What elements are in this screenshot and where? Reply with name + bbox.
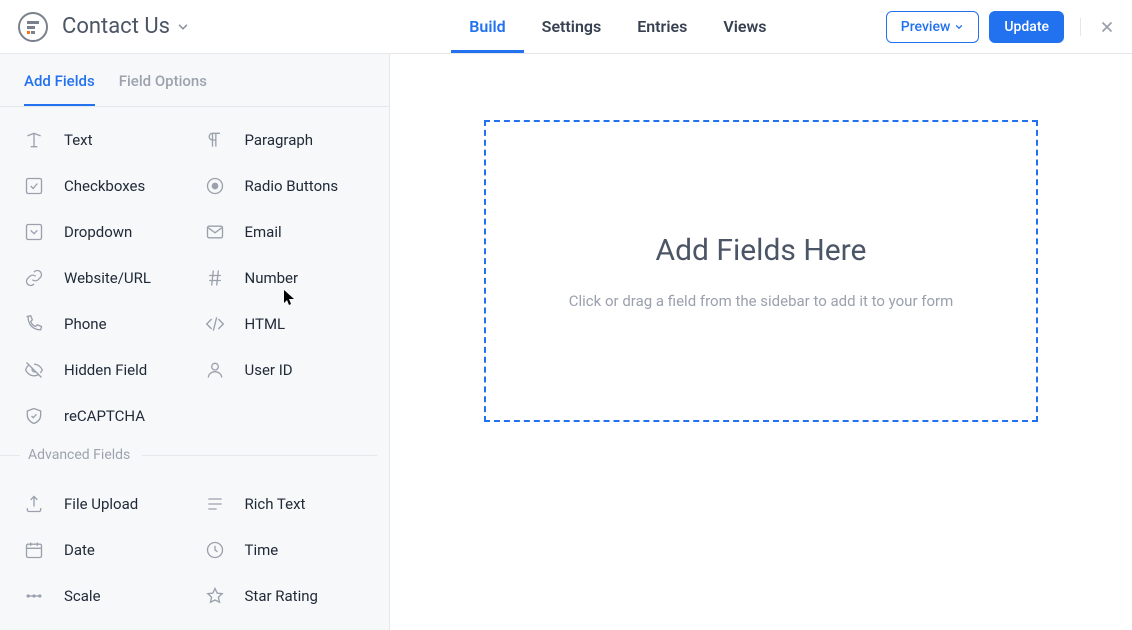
tab-views[interactable]: Views (705, 0, 784, 53)
app-logo (16, 10, 50, 44)
hash-icon (205, 266, 233, 290)
field-label: Phone (64, 315, 107, 333)
field-email[interactable]: Email (201, 209, 382, 255)
field-label: Text (64, 131, 93, 149)
phone-icon (24, 312, 52, 336)
close-icon (1098, 18, 1116, 36)
form-title: Contact Us (62, 14, 170, 39)
eye-off-icon (24, 358, 52, 382)
field-number[interactable]: Number (201, 255, 382, 301)
field-time[interactable]: Time (201, 527, 382, 573)
tab-entries[interactable]: Entries (619, 0, 705, 53)
star-icon (205, 584, 233, 608)
field-recaptcha[interactable]: reCAPTCHA (20, 393, 201, 439)
field-dropdown[interactable]: Dropdown (20, 209, 201, 255)
form-canvas: Add Fields Here Click or drag a field fr… (390, 54, 1132, 630)
advanced-fields-grid: File Upload Rich Text Date Time Scale Star Ra… (0, 471, 389, 619)
topbar-actions: Preview Update (886, 11, 1132, 43)
field-radio[interactable]: Radio Buttons (201, 163, 382, 209)
calendar-icon (24, 538, 52, 562)
link-icon (24, 266, 52, 290)
shield-icon (24, 404, 52, 428)
dropzone-title: Add Fields Here (656, 233, 867, 268)
field-paragraph[interactable]: Paragraph (201, 117, 382, 163)
field-label: Hidden Field (64, 361, 147, 379)
field-label: Scale (64, 587, 101, 605)
text-icon (24, 128, 52, 152)
scale-icon (24, 584, 52, 608)
field-label: HTML (245, 315, 286, 333)
paragraph-icon (205, 128, 233, 152)
clock-icon (205, 538, 233, 562)
field-label: Number (245, 269, 299, 287)
field-text[interactable]: Text (20, 117, 201, 163)
field-label: User ID (245, 361, 293, 379)
field-html[interactable]: HTML (201, 301, 382, 347)
field-label: Star Rating (245, 587, 318, 605)
code-icon (205, 312, 233, 336)
field-label: Date (64, 541, 95, 559)
upload-icon (24, 492, 52, 516)
field-upload[interactable]: File Upload (20, 481, 201, 527)
radio-icon (205, 174, 233, 198)
form-title-dropdown[interactable]: Contact Us (62, 14, 190, 39)
field-label: Website/URL (64, 269, 151, 287)
tab-settings[interactable]: Settings (524, 0, 620, 53)
chevron-down-icon (954, 22, 964, 32)
field-label: File Upload (64, 495, 138, 513)
chevron-down-icon (176, 20, 190, 34)
advanced-fields-header: Advanced Fields (0, 439, 389, 471)
update-button[interactable]: Update (989, 11, 1064, 43)
field-phone[interactable]: Phone (20, 301, 201, 347)
field-scale[interactable]: Scale (20, 573, 201, 619)
field-label: Time (245, 541, 279, 559)
sidebar: Add Fields Field Options Text Paragraph Ch… (0, 54, 390, 630)
field-date[interactable]: Date (20, 527, 201, 573)
field-star[interactable]: Star Rating (201, 573, 382, 619)
dropdown-icon (24, 220, 52, 244)
topbar: Contact Us Build Settings Entries Views … (0, 0, 1132, 54)
field-hidden[interactable]: Hidden Field (20, 347, 201, 393)
field-checkboxes[interactable]: Checkboxes (20, 163, 201, 209)
sidebar-tab-field-options[interactable]: Field Options (119, 72, 207, 106)
dropzone[interactable]: Add Fields Here Click or drag a field fr… (484, 120, 1038, 422)
field-label: Paragraph (245, 131, 314, 149)
nav-tabs: Build Settings Entries Views (291, 0, 784, 53)
close-button[interactable] (1080, 18, 1132, 36)
tab-build[interactable]: Build (451, 0, 523, 53)
dropzone-subtitle: Click or drag a field from the sidebar t… (569, 292, 954, 310)
field-label: Radio Buttons (245, 177, 339, 195)
sidebar-tabs: Add Fields Field Options (0, 54, 389, 107)
field-label: Checkboxes (64, 177, 145, 195)
field-richtext[interactable]: Rich Text (201, 481, 382, 527)
checkbox-icon (24, 174, 52, 198)
basic-fields-grid: Text Paragraph Checkboxes Radio Buttons Drop… (0, 107, 389, 439)
field-userid[interactable]: User ID (201, 347, 382, 393)
sidebar-tab-add-fields[interactable]: Add Fields (24, 72, 95, 106)
field-url[interactable]: Website/URL (20, 255, 201, 301)
richtext-icon (205, 492, 233, 516)
main: Add Fields Field Options Text Paragraph Ch… (0, 54, 1132, 630)
field-label: Email (245, 223, 282, 241)
preview-button[interactable]: Preview (886, 11, 980, 43)
user-icon (205, 358, 233, 382)
field-label: Dropdown (64, 223, 132, 241)
field-label: reCAPTCHA (64, 407, 145, 425)
field-label: Rich Text (245, 495, 306, 513)
email-icon (205, 220, 233, 244)
